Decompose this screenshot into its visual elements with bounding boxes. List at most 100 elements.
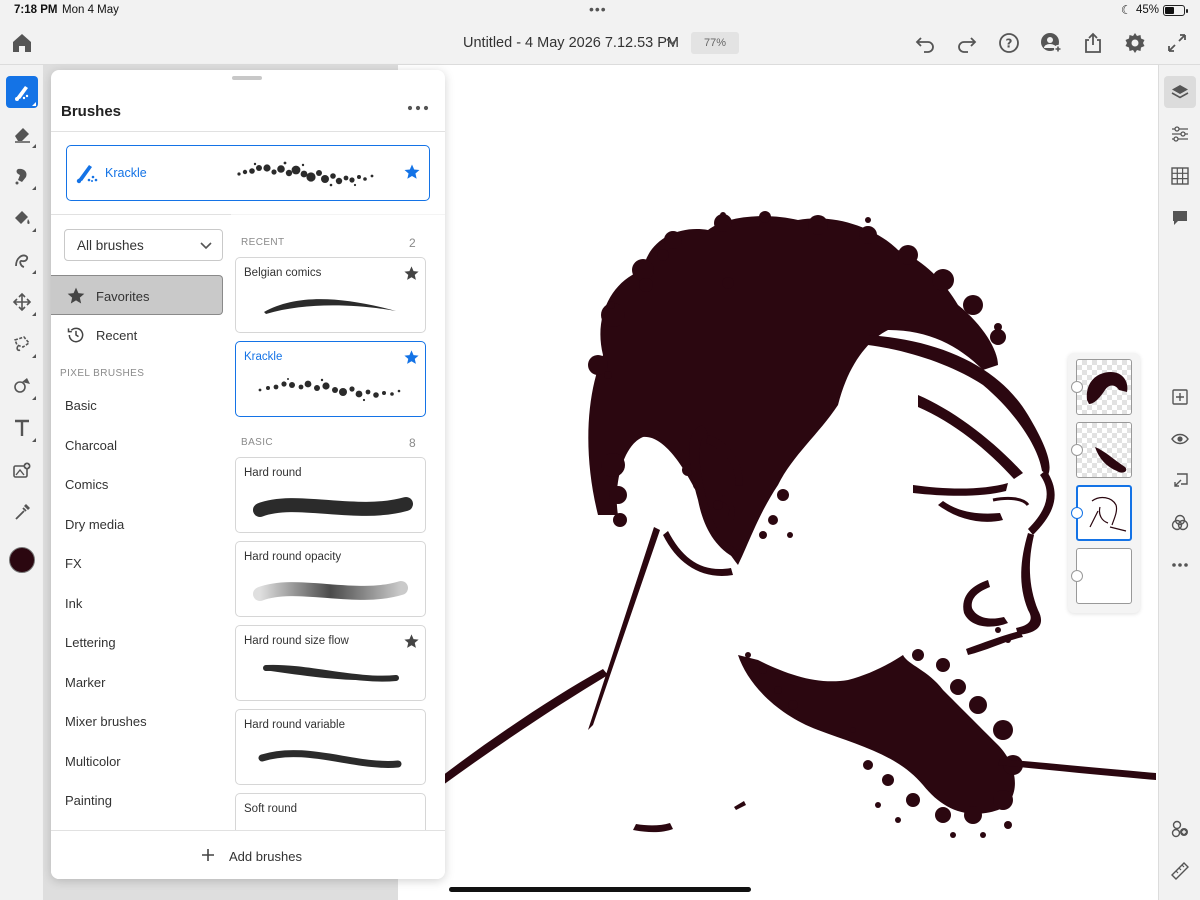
text-icon bbox=[15, 419, 29, 436]
invite-icon[interactable] bbox=[1039, 31, 1063, 55]
brush-name: Soft round bbox=[244, 803, 298, 815]
layer-preview bbox=[1086, 372, 1128, 404]
favorites-item[interactable]: Favorites bbox=[51, 275, 223, 315]
brush-card[interactable]: Hard round variable bbox=[235, 709, 426, 785]
status-time: 7:18 PM bbox=[14, 4, 58, 16]
current-brush[interactable]: Krackle bbox=[66, 145, 430, 201]
favorite-star-icon[interactable] bbox=[403, 633, 420, 650]
panel-grabber[interactable] bbox=[232, 76, 262, 80]
visibility-button[interactable] bbox=[1164, 423, 1196, 455]
home-icon[interactable] bbox=[10, 31, 34, 55]
category-item[interactable]: Lettering bbox=[65, 635, 116, 650]
lasso-tool[interactable] bbox=[6, 328, 38, 360]
category-item[interactable]: Painting bbox=[65, 793, 112, 808]
transform-tool[interactable] bbox=[6, 286, 38, 318]
do-not-disturb-icon: ☾ bbox=[1121, 3, 1132, 17]
lasso-icon bbox=[13, 336, 31, 352]
merge-down-button[interactable] bbox=[1164, 465, 1196, 497]
brush-filter-dropdown[interactable]: All brushes bbox=[64, 229, 223, 261]
category-item[interactable]: Dry media bbox=[65, 517, 124, 532]
layer-badge-icon bbox=[1071, 381, 1083, 393]
liquify-tool[interactable] bbox=[6, 244, 38, 276]
brush-card[interactable]: Hard round size flow bbox=[235, 625, 426, 701]
blend-mode-icon bbox=[1171, 514, 1189, 531]
text-tool[interactable] bbox=[6, 412, 38, 444]
brush-tool[interactable] bbox=[6, 76, 38, 108]
stroke-preview bbox=[258, 378, 401, 402]
brush-icon bbox=[15, 86, 29, 101]
fill-icon bbox=[15, 211, 30, 224]
more-icon[interactable] bbox=[405, 100, 431, 116]
tool-rail bbox=[0, 65, 43, 900]
chevron-down-icon[interactable] bbox=[665, 34, 679, 50]
add-layer-button[interactable] bbox=[1164, 381, 1196, 413]
layer-thumbnail[interactable] bbox=[1076, 359, 1132, 415]
adjustments-icon bbox=[1172, 126, 1188, 142]
share-icon[interactable] bbox=[1081, 31, 1105, 55]
fill-tool[interactable] bbox=[6, 202, 38, 234]
eyedropper-tool[interactable] bbox=[6, 496, 38, 528]
smudge-tool[interactable] bbox=[6, 160, 38, 192]
drawing-canvas[interactable] bbox=[398, 65, 1158, 900]
category-item[interactable]: Ink bbox=[65, 596, 82, 611]
zoom-level[interactable]: 77% bbox=[691, 32, 739, 54]
undo-icon[interactable] bbox=[913, 31, 937, 55]
layer-thumbnail-background[interactable] bbox=[1076, 548, 1132, 604]
ruler-icon bbox=[1171, 862, 1189, 880]
fullscreen-icon[interactable] bbox=[1165, 31, 1189, 55]
plus-icon bbox=[202, 849, 214, 861]
home-indicator[interactable] bbox=[449, 887, 751, 892]
category-item[interactable]: Mixer brushes bbox=[65, 714, 147, 729]
brushes-panel: Brushes Krackle All brushes Favorites Re… bbox=[51, 70, 445, 879]
adjustments-button[interactable] bbox=[1164, 118, 1196, 150]
favorite-star-icon[interactable] bbox=[403, 163, 421, 181]
comments-button[interactable] bbox=[1164, 202, 1196, 234]
help-icon[interactable]: ? bbox=[997, 31, 1021, 55]
layer-preview bbox=[1095, 447, 1127, 473]
brush-card[interactable]: Hard round opacity bbox=[235, 541, 426, 617]
liquify-icon bbox=[15, 254, 29, 268]
category-item[interactable]: Charcoal bbox=[65, 438, 117, 453]
document-title[interactable]: Untitled - 4 May 2026 7.12.53 PM bbox=[463, 35, 679, 51]
settings-icon[interactable] bbox=[1123, 31, 1147, 55]
category-item[interactable]: Marker bbox=[65, 675, 105, 690]
category-item[interactable]: Basic bbox=[65, 398, 97, 413]
color-swatch[interactable] bbox=[9, 547, 35, 573]
multitasking-dots-icon[interactable]: ••• bbox=[589, 1, 607, 17]
layers-button[interactable] bbox=[1164, 76, 1196, 108]
chevron-down-icon bbox=[200, 242, 212, 250]
shape-tool[interactable] bbox=[6, 370, 38, 402]
eraser-tool[interactable] bbox=[6, 118, 38, 150]
battery-icon bbox=[1163, 5, 1188, 16]
recent-header: RECENT bbox=[241, 237, 285, 248]
layer-badge-icon bbox=[1071, 570, 1083, 582]
category-item[interactable]: Comics bbox=[65, 477, 108, 492]
layers-icon bbox=[1171, 85, 1189, 99]
brush-card-selected[interactable]: Krackle bbox=[235, 341, 426, 417]
category-item[interactable]: FX bbox=[65, 556, 82, 571]
grid-button[interactable] bbox=[1164, 160, 1196, 192]
redo-icon[interactable] bbox=[955, 31, 979, 55]
layer-preview bbox=[1089, 496, 1127, 532]
layer-badge-icon bbox=[1071, 444, 1083, 456]
ruler-button[interactable] bbox=[1164, 855, 1196, 887]
place-image-tool[interactable] bbox=[6, 454, 38, 486]
add-brushes-button[interactable]: Add brushes bbox=[51, 830, 445, 879]
more-options-button[interactable] bbox=[1164, 549, 1196, 581]
artwork-illustration bbox=[438, 211, 1156, 838]
brush-filter-value: All brushes bbox=[77, 238, 144, 253]
brush-name: Hard round size flow bbox=[244, 635, 349, 647]
brush-card[interactable]: Hard round bbox=[235, 457, 426, 533]
favorite-star-icon[interactable] bbox=[403, 349, 420, 366]
recent-item[interactable]: Recent bbox=[51, 321, 223, 351]
category-item[interactable]: Multicolor bbox=[65, 754, 121, 769]
layer-thumbnail[interactable] bbox=[1076, 422, 1132, 478]
layer-properties-button[interactable] bbox=[1164, 813, 1196, 845]
brush-card[interactable]: Belgian comics bbox=[235, 257, 426, 333]
brush-icon bbox=[76, 165, 98, 184]
layer-thumbnail-selected[interactable] bbox=[1076, 485, 1132, 541]
blend-mode-button[interactable] bbox=[1164, 507, 1196, 539]
add-layer-icon bbox=[1172, 389, 1188, 405]
merge-down-icon bbox=[1174, 473, 1188, 487]
favorite-star-icon[interactable] bbox=[403, 265, 420, 282]
